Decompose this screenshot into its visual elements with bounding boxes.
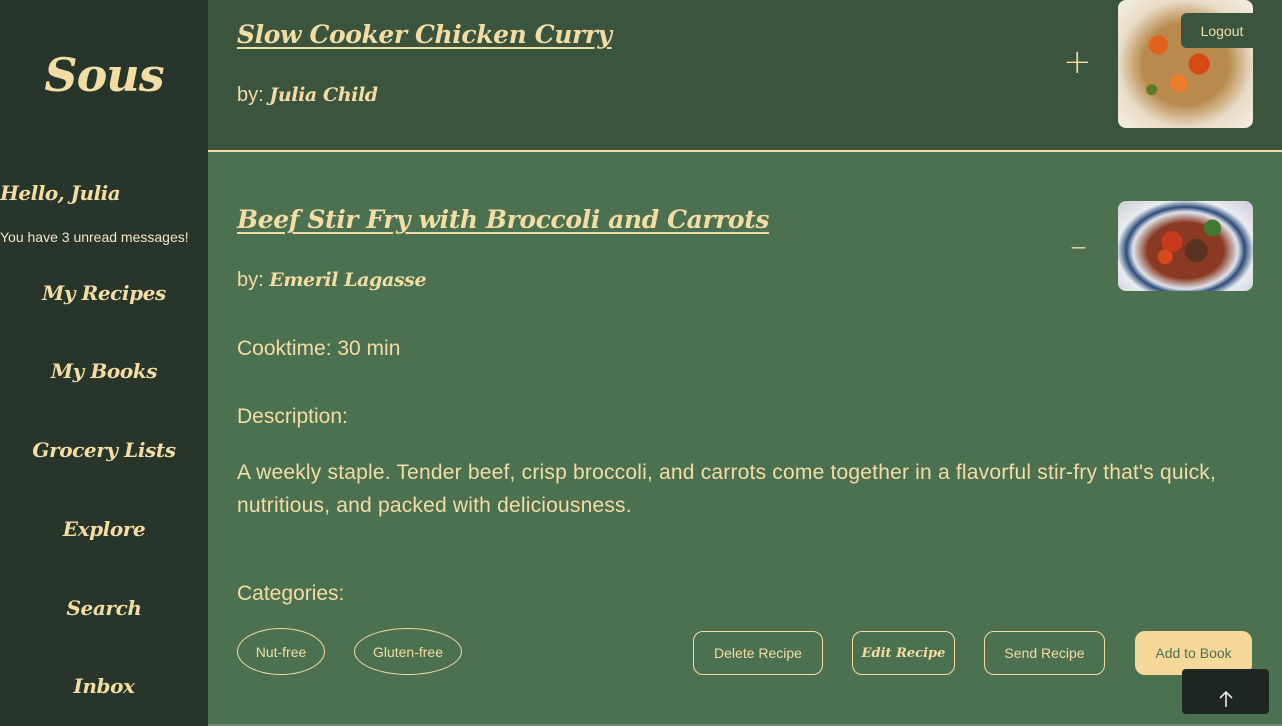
- recipe-author[interactable]: Emeril Lagasse: [269, 269, 426, 291]
- recipe-card-collapsed: Slow Cooker Chicken Curry by: Julia Chil…: [208, 0, 1282, 152]
- greeting: Hello, Julia: [0, 181, 121, 205]
- recipe-byline: by: Julia Child: [237, 84, 378, 107]
- recipe-title[interactable]: Slow Cooker Chicken Curry: [237, 20, 612, 49]
- edit-recipe-button[interactable]: Edit Recipe: [852, 631, 955, 675]
- logout-button[interactable]: Logout: [1181, 13, 1263, 48]
- unread-messages-notice[interactable]: You have 3 unread messages!: [0, 229, 189, 245]
- description-text: A weekly staple. Tender beef, crisp broc…: [237, 461, 1217, 517]
- expand-toggle-icon[interactable]: +: [1063, 42, 1092, 82]
- category-chip[interactable]: Gluten-free: [354, 628, 462, 675]
- nav-grocery-lists[interactable]: Grocery Lists: [0, 438, 208, 462]
- nav-my-books[interactable]: My Books: [0, 359, 208, 383]
- beef-stir-fry-photo: [1118, 201, 1253, 291]
- send-recipe-button[interactable]: Send Recipe: [984, 631, 1105, 675]
- edit-recipe-label: Edit Recipe: [861, 645, 946, 661]
- scroll-to-top-button[interactable]: [1182, 669, 1269, 714]
- cooktime: Cooktime: 30 min: [237, 337, 401, 360]
- category-chip[interactable]: Nut-free: [237, 628, 325, 675]
- delete-recipe-button[interactable]: Delete Recipe: [693, 631, 823, 675]
- sidebar: Sous Hello, Julia You have 3 unread mess…: [0, 0, 208, 726]
- byline-prefix: by:: [237, 269, 264, 291]
- nav-search[interactable]: Search: [0, 596, 208, 620]
- recipe-author[interactable]: Julia Child: [269, 84, 378, 106]
- collapse-toggle-icon[interactable]: –: [1070, 226, 1087, 266]
- recipe-title[interactable]: Beef Stir Fry with Broccoli and Carrots: [237, 205, 769, 234]
- nav-inbox[interactable]: Inbox: [0, 674, 208, 698]
- categories-label: Categories:: [237, 582, 345, 605]
- recipe-byline: by: Emeril Lagasse: [237, 269, 427, 292]
- nav-my-recipes[interactable]: My Recipes: [0, 281, 208, 305]
- brand-logo[interactable]: Sous: [0, 48, 208, 102]
- description-label: Description:: [237, 405, 348, 428]
- byline-prefix: by:: [237, 84, 264, 106]
- arrow-up-icon: [1218, 690, 1233, 707]
- nav-explore[interactable]: Explore: [0, 517, 208, 541]
